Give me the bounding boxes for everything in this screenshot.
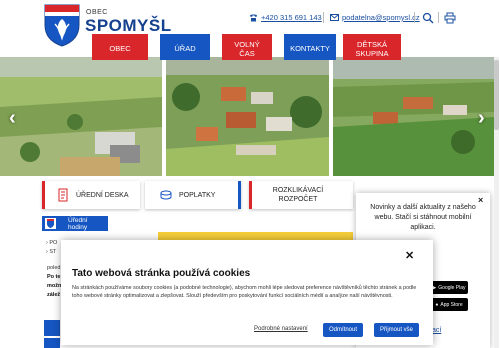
nav-label: KONTAKTY xyxy=(290,44,330,53)
phone-number[interactable]: +420 315 691 143 xyxy=(261,13,322,22)
nav-detska-skupina[interactable]: DĚTSKÁ SKUPINA xyxy=(343,34,401,60)
office-day-row: › PO xyxy=(46,240,58,246)
office-note: možn xyxy=(47,283,62,289)
app-store-label: App Store xyxy=(440,301,463,308)
office-note: zálež xyxy=(47,292,61,298)
office-hours-label: Úřední hodiny xyxy=(68,216,88,231)
quick-link-uredni-deska[interactable]: ÚŘEDNÍ DESKA xyxy=(42,181,140,209)
divider xyxy=(414,12,415,23)
brand-name[interactable]: SPOMYŠL xyxy=(85,16,172,36)
office-note: poled xyxy=(47,265,61,271)
brand-prefix: OBEC xyxy=(86,9,108,16)
phone-contact[interactable]: +420 315 691 143 xyxy=(249,13,322,22)
carousel-prev-arrow[interactable]: ‹ xyxy=(9,107,16,130)
reject-cookies-button[interactable]: Odmítnout xyxy=(323,323,363,337)
app-promo-text: Novinky a další aktuality z našeho webu.… xyxy=(370,204,476,232)
village-photo-2 xyxy=(166,57,329,176)
office-note: Po te xyxy=(47,274,61,280)
cookie-description: Na stránkách používáme soubory cookies (… xyxy=(72,285,417,300)
quick-link-rozpocet[interactable]: ROZKLIKÁVACÍ ROZPOČET xyxy=(249,181,353,209)
quick-link-label: ÚŘEDNÍ DESKA xyxy=(76,191,129,199)
notice-board-icon xyxy=(58,188,68,202)
divider xyxy=(438,12,439,23)
nav-label: ÚŘAD xyxy=(174,44,196,53)
coat-of-arms-logo[interactable] xyxy=(43,3,81,47)
crest-mini-icon xyxy=(45,218,56,229)
email-address[interactable]: podatelna@spomysl.cz xyxy=(342,13,420,22)
nav-obec[interactable]: OBEC xyxy=(92,34,148,60)
nav-volny-cas[interactable]: VOLNÝ ČAS xyxy=(222,34,272,60)
office-day: PO xyxy=(49,240,58,246)
apple-icon: ● xyxy=(435,301,439,308)
nav-label: DĚTSKÁ SKUPINA xyxy=(355,39,389,58)
cookie-consent-dialog: ✕ Tato webová stránka používá cookies Na… xyxy=(61,240,433,345)
nav-label: VOLNÝ ČAS xyxy=(234,39,260,58)
carousel-next-arrow[interactable]: › xyxy=(478,107,485,130)
quick-link-label: POPLATKY xyxy=(179,191,216,199)
nav-label: OBEC xyxy=(109,44,131,53)
nav-kontakty[interactable]: KONTAKTY xyxy=(284,34,336,60)
google-play-badge[interactable]: ▶ Google Play xyxy=(430,281,468,294)
play-icon: ▶ xyxy=(432,284,437,291)
office-day-row: › ST xyxy=(46,249,57,255)
scrollbar-thumb[interactable] xyxy=(494,60,499,130)
office-hours-heading: Úřední hodiny xyxy=(42,216,108,231)
google-play-label: Google Play xyxy=(438,284,466,291)
print-icon[interactable] xyxy=(444,12,456,24)
quick-link-poplatky[interactable]: POPLATKY xyxy=(145,181,241,209)
sidebar-blue-icon[interactable] xyxy=(44,338,60,348)
accept-all-cookies-button[interactable]: Přijmout vše xyxy=(374,323,419,337)
sidebar-blue-icon[interactable] xyxy=(44,320,60,336)
phone-icon xyxy=(250,14,257,21)
coins-icon xyxy=(160,190,172,200)
search-icon[interactable] xyxy=(422,12,434,24)
close-icon[interactable]: ✕ xyxy=(405,249,414,262)
cookie-title: Tato webová stránka používá cookies xyxy=(72,268,251,279)
village-photo-3 xyxy=(333,57,494,176)
accent-bar xyxy=(42,181,45,209)
village-photo-1 xyxy=(0,57,162,176)
office-day: ST xyxy=(49,249,57,255)
page: OBEC SPOMYŠL +420 315 691 143 podatelna@… xyxy=(0,0,500,348)
accent-bar xyxy=(238,181,241,209)
cookie-settings-link[interactable]: Podrobné nastavení xyxy=(254,326,308,332)
nav-urad[interactable]: ÚŘAD xyxy=(160,34,210,60)
app-store-badge[interactable]: ● App Store xyxy=(430,298,468,311)
divider xyxy=(323,12,324,23)
app-link[interactable]: ací xyxy=(432,327,441,334)
quick-link-label: ROZKLIKÁVACÍ ROZPOČET xyxy=(272,186,324,203)
email-contact[interactable]: podatelna@spomysl.cz xyxy=(330,13,420,22)
mail-icon xyxy=(330,14,339,21)
accent-bar xyxy=(249,181,252,209)
